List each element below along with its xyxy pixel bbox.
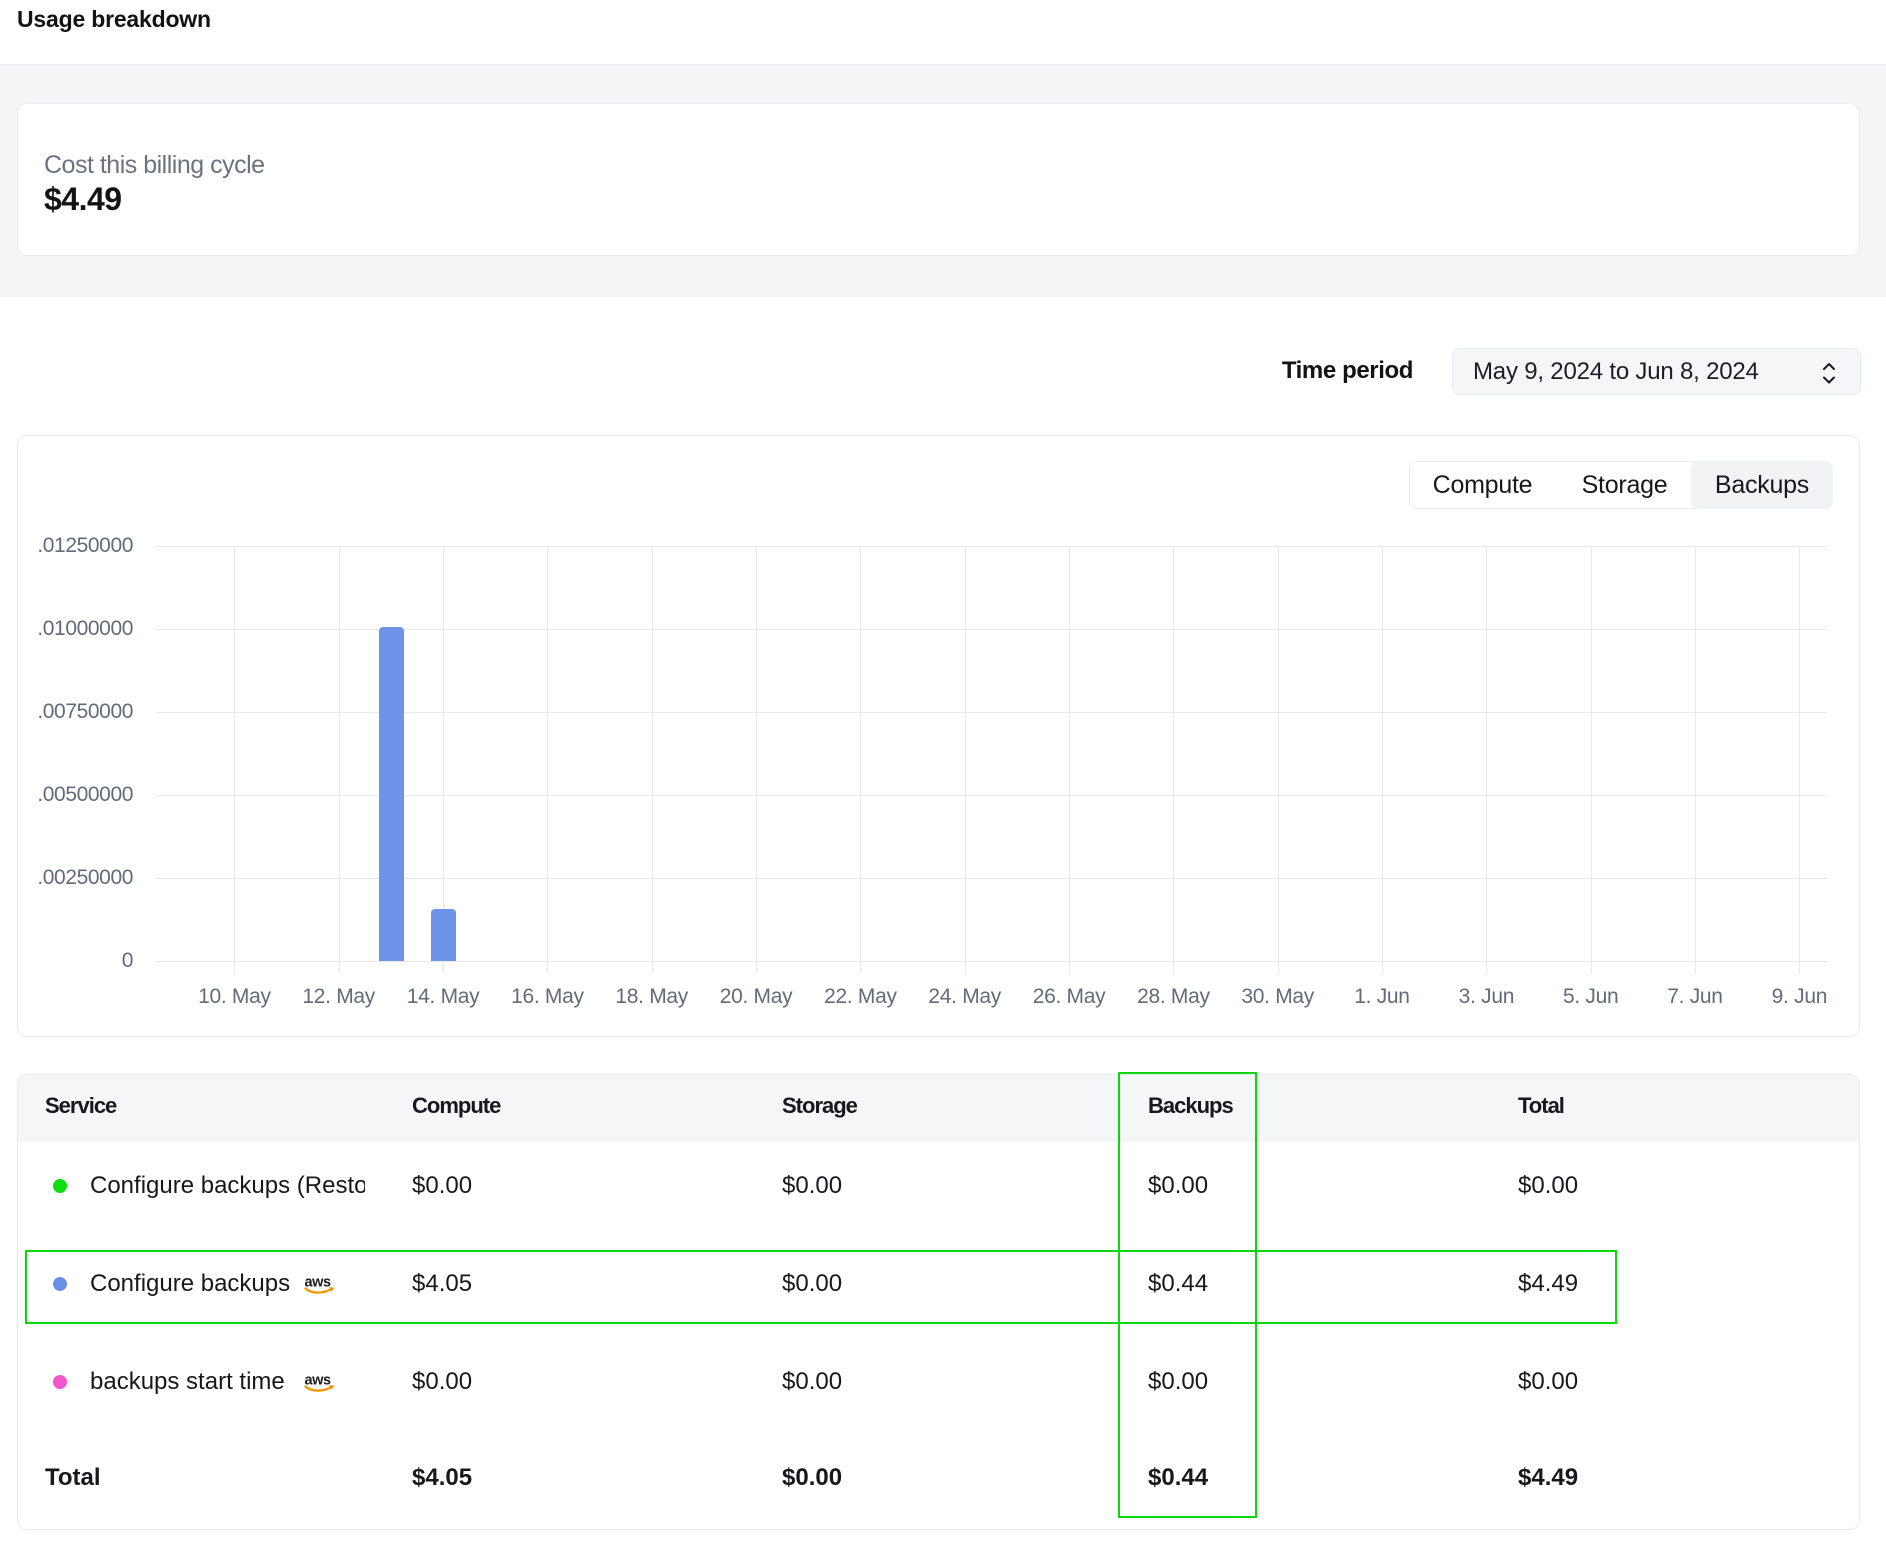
svg-text:aws: aws: [305, 1373, 332, 1389]
